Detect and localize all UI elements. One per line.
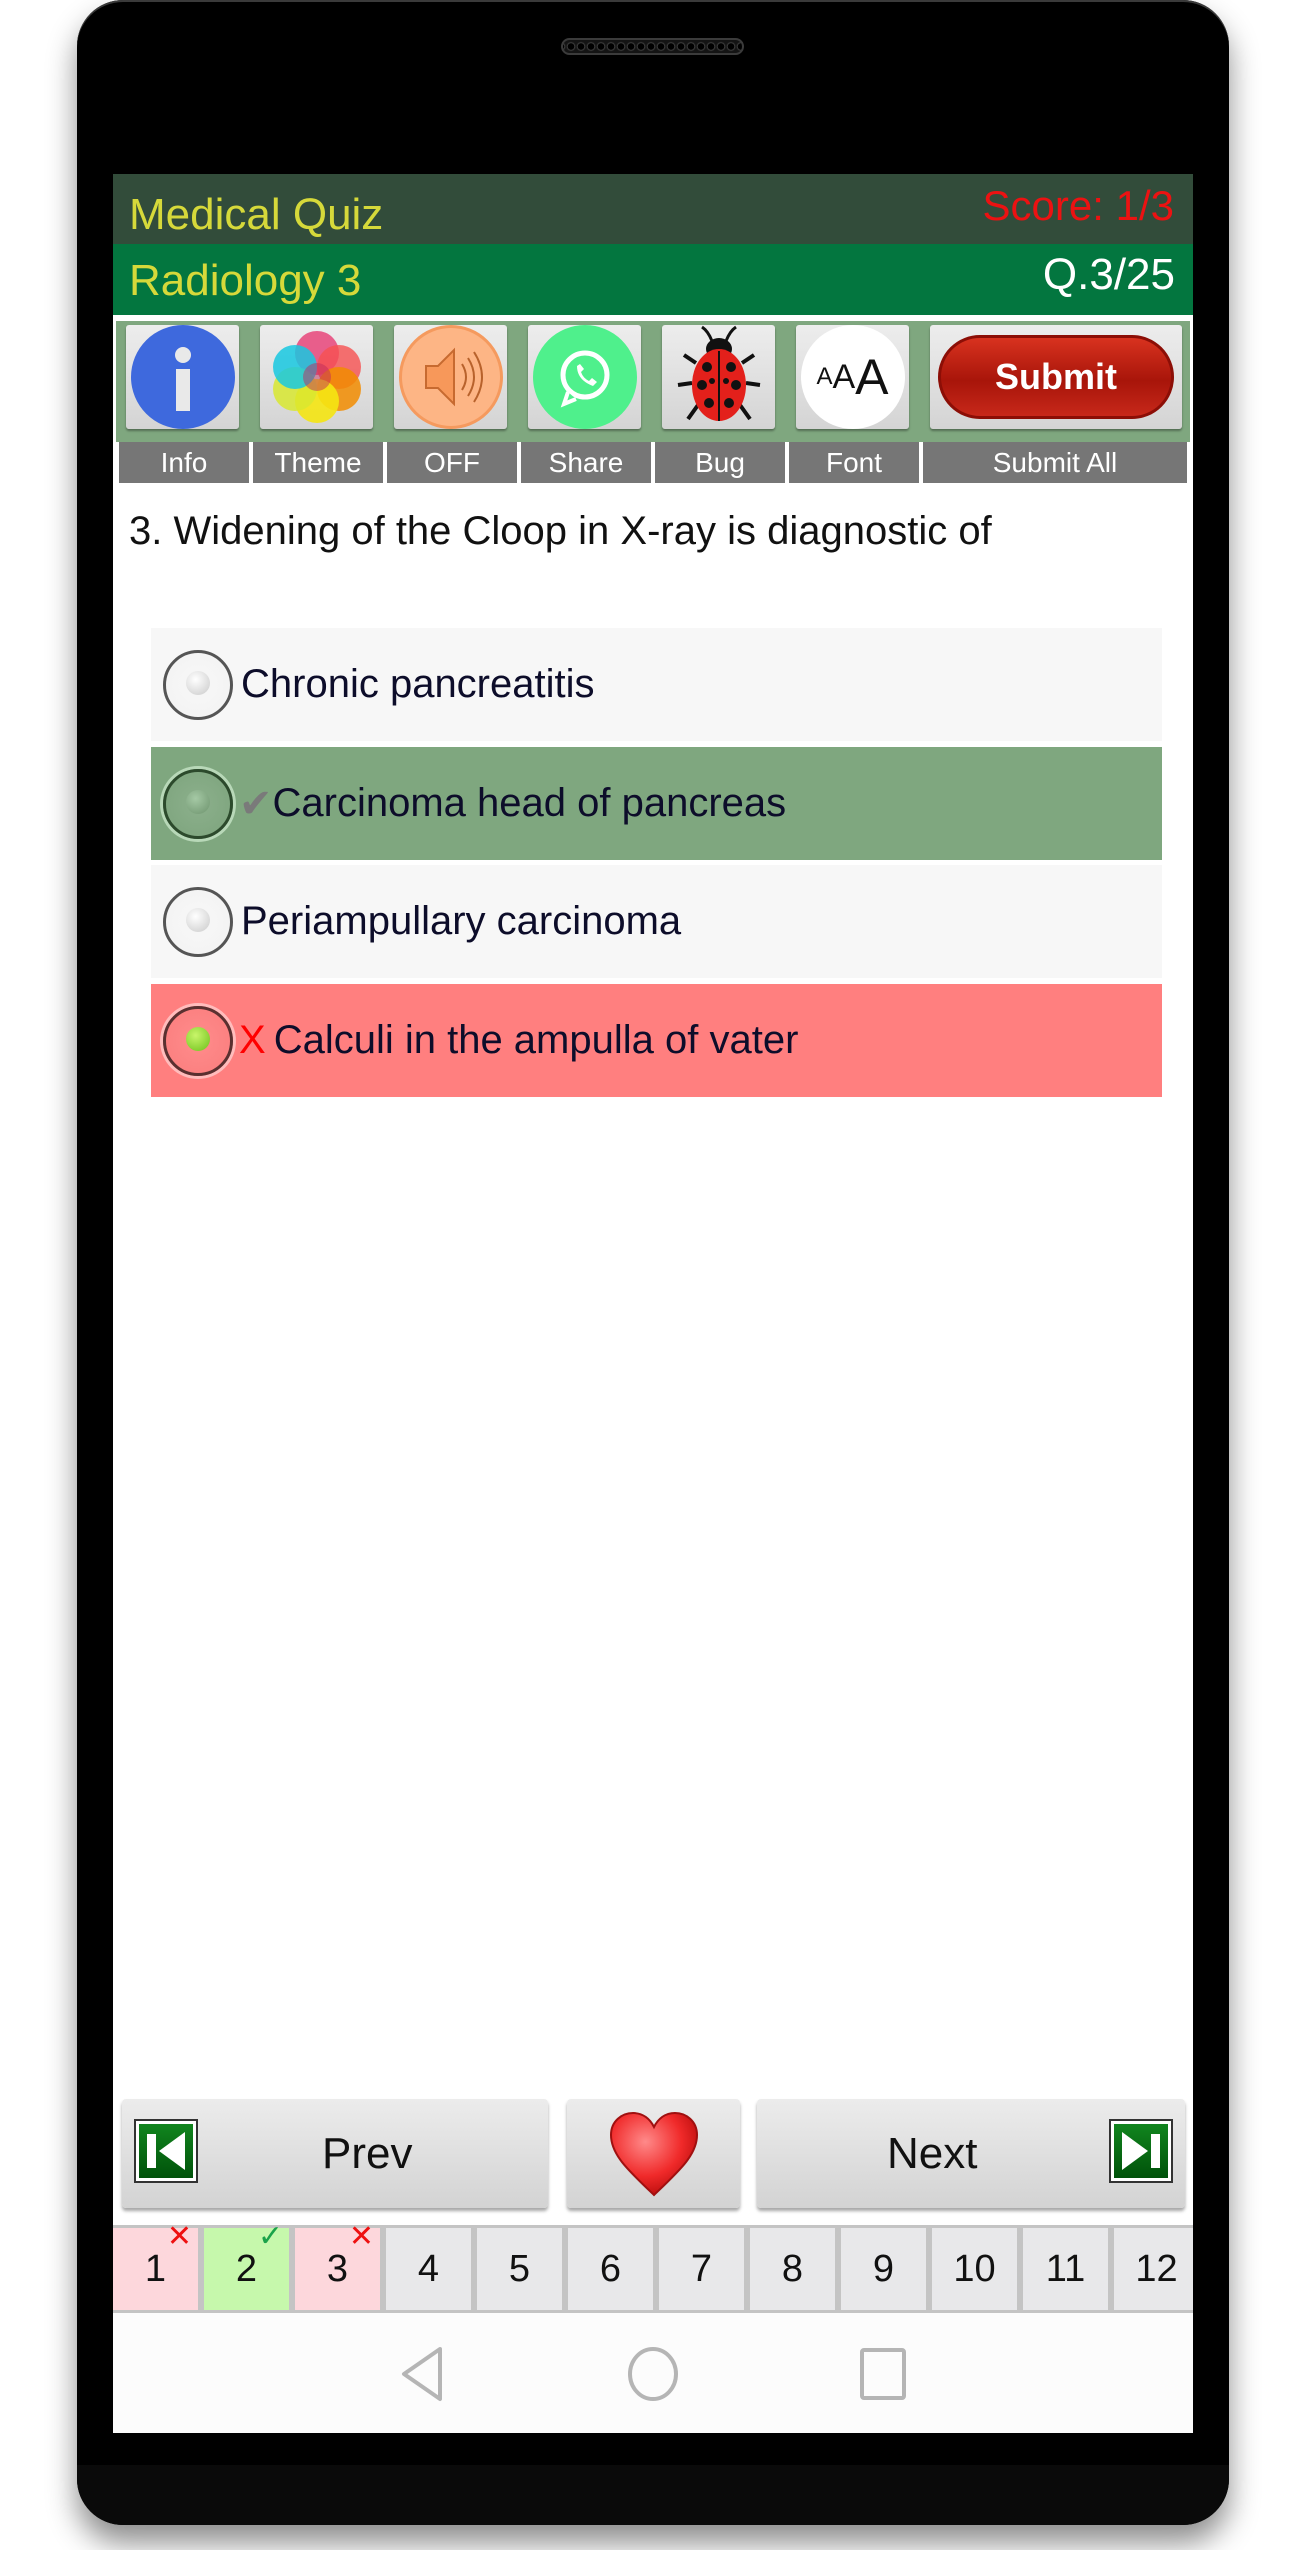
question-cell-4[interactable]: 4 <box>386 2228 471 2310</box>
sound-label[interactable]: OFF <box>387 442 517 483</box>
title-bar: Medical Quiz Score: 1/3 <box>113 174 1193 244</box>
option-text: Chronic pancreatitis <box>241 662 595 706</box>
question-cell-5[interactable]: 5 <box>477 2228 562 2310</box>
question-cell-10[interactable]: 10 <box>932 2228 1017 2310</box>
answer-option-1[interactable]: Chronic pancreatitis <box>151 628 1162 741</box>
question-cell-9[interactable]: 9 <box>841 2228 926 2310</box>
wrong-x-icon: X <box>239 1018 266 1062</box>
question-text: 3. Widening of the Cloop in X-ray is dia… <box>129 509 992 553</box>
font-size-icon: AAA <box>800 325 905 429</box>
phone-chin <box>77 2465 1229 2525</box>
question-number-strip: 1 ✕ 2 ✓ 3 ✕ 4 5 6 7 8 9 10 11 12 <box>113 2222 1193 2313</box>
toolbar-labels: Info Theme OFF Share Bug Font Submit All <box>116 442 1190 483</box>
skip-previous-icon <box>134 2119 198 2183</box>
submit-pill: Submit <box>938 335 1174 419</box>
font-size-button[interactable]: AAA <box>796 325 909 429</box>
option-text: Carcinoma head of pancreas <box>272 781 787 825</box>
system-nav-bar <box>113 2313 1193 2433</box>
prev-button[interactable]: Prev <box>122 2099 548 2208</box>
radio-button-selected[interactable] <box>163 1005 233 1076</box>
speaker-icon <box>398 325 503 429</box>
home-icon[interactable] <box>626 2345 680 2408</box>
favorite-button[interactable] <box>567 2099 740 2208</box>
back-icon[interactable] <box>398 2345 446 2408</box>
app-title: Medical Quiz <box>129 190 384 239</box>
question-counter: Q.3/25 <box>1042 250 1175 299</box>
correct-check-icon: ✔ <box>239 781 273 826</box>
submit-all-label[interactable]: Submit All <box>923 442 1187 483</box>
radio-button[interactable] <box>163 768 233 839</box>
question-cell-7[interactable]: 7 <box>659 2228 744 2310</box>
bug-report-button[interactable] <box>662 325 775 429</box>
wrong-badge-icon: ✕ <box>166 2220 192 2253</box>
score-text: Score: 1/3 <box>982 182 1174 229</box>
question-cell-11[interactable]: 11 <box>1023 2228 1108 2310</box>
recents-icon[interactable] <box>859 2347 907 2406</box>
radio-button[interactable] <box>163 886 233 957</box>
radio-button[interactable] <box>163 649 233 720</box>
whatsapp-icon <box>532 325 637 429</box>
theme-button[interactable] <box>260 325 373 429</box>
toolbar: AAA Submit <box>116 319 1190 442</box>
next-label: Next <box>887 2129 978 2178</box>
bug-label[interactable]: Bug <box>655 442 785 483</box>
quiz-name: Radiology 3 <box>129 256 362 305</box>
share-label[interactable]: Share <box>521 442 651 483</box>
question-cell-6[interactable]: 6 <box>568 2228 653 2310</box>
speaker-grill <box>561 38 744 55</box>
info-label[interactable]: Info <box>119 442 249 483</box>
question-cell-8[interactable]: 8 <box>750 2228 835 2310</box>
answer-option-3[interactable]: Periampullary carcinoma <box>151 865 1162 978</box>
wrong-badge-icon: ✕ <box>348 2220 374 2253</box>
quiz-bar: Radiology 3 Q.3/25 <box>113 244 1193 315</box>
question-cell-2[interactable]: 2 ✓ <box>204 2222 289 2310</box>
share-button[interactable] <box>528 325 641 429</box>
skip-next-icon <box>1109 2119 1173 2183</box>
app-screen: Medical Quiz Score: 1/3 Radiology 3 Q.3/… <box>113 174 1193 2433</box>
info-button[interactable] <box>126 325 239 429</box>
submit-button[interactable]: Submit <box>930 325 1182 429</box>
sound-toggle-button[interactable] <box>394 325 507 429</box>
correct-badge-icon: ✓ <box>257 2220 283 2253</box>
option-text: Calculi in the ampulla of vater <box>273 1018 799 1062</box>
next-button[interactable]: Next <box>757 2099 1185 2208</box>
palette-icon <box>267 323 367 432</box>
ladybug-icon <box>674 323 764 432</box>
font-label[interactable]: Font <box>789 442 919 483</box>
theme-label[interactable]: Theme <box>253 442 383 483</box>
question-cell-3[interactable]: 3 ✕ <box>295 2222 380 2310</box>
heart-icon <box>609 2111 699 2202</box>
question-cell-12[interactable]: 12 <box>1114 2228 1193 2310</box>
answer-option-2[interactable]: ✔ Carcinoma head of pancreas <box>151 747 1162 860</box>
answer-option-4[interactable]: X Calculi in the ampulla of vater <box>151 984 1162 1097</box>
prev-label: Prev <box>322 2129 413 2178</box>
info-icon <box>130 325 235 429</box>
question-cell-1[interactable]: 1 ✕ <box>113 2222 198 2310</box>
option-text: Periampullary carcinoma <box>241 899 682 943</box>
